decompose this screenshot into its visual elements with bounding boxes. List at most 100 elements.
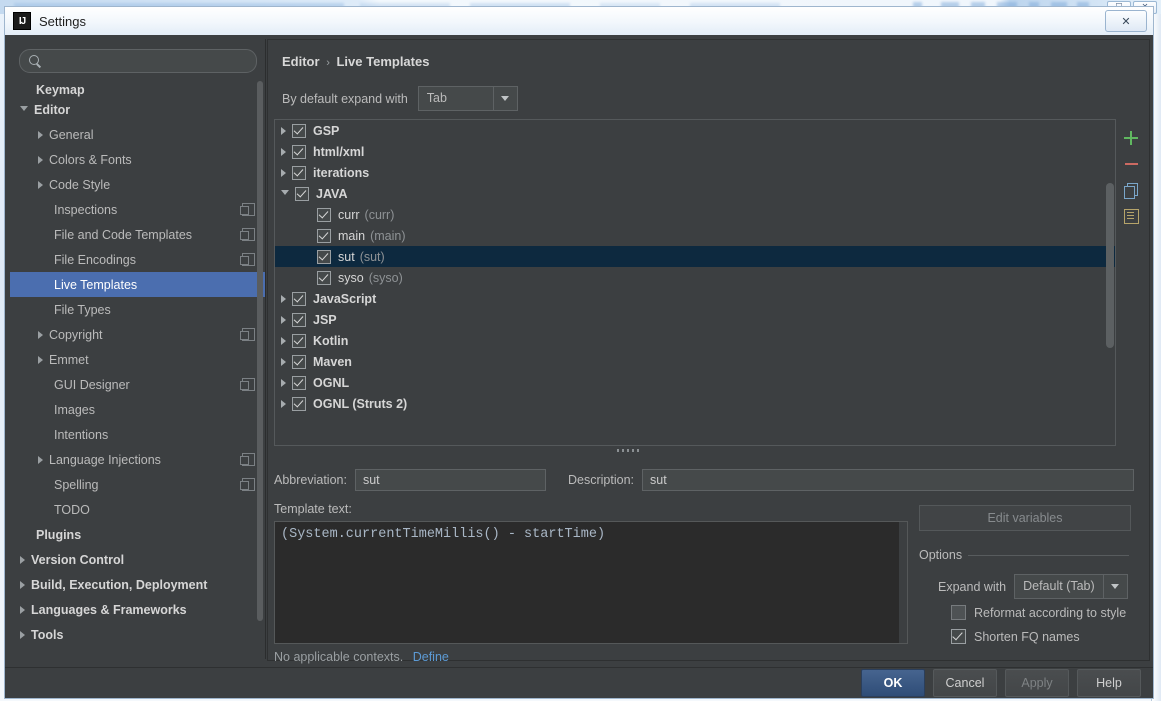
expand-arrow-icon[interactable] [281,357,286,366]
duplicate-icon[interactable] [1120,179,1142,201]
template-checkbox[interactable] [292,396,306,411]
cancel-button[interactable]: Cancel [933,669,997,697]
shorten-checkbox-row[interactable]: Shorten FQ names [951,629,1080,644]
expand-arrow-icon[interactable] [281,147,286,156]
sidebar-item-inspections[interactable]: Inspections [10,197,265,222]
sidebar-item-version-control[interactable]: Version Control [10,547,265,572]
template-row-html-xml[interactable]: html/xml [275,141,1115,162]
expand-arrow-icon[interactable] [281,168,286,177]
collapse-arrow-icon[interactable] [20,106,28,115]
expand-arrow-icon[interactable] [38,355,43,364]
sidebar-item-languages-frameworks[interactable]: Languages & Frameworks [10,597,265,622]
template-row-curr[interactable]: curr (curr) [275,204,1115,225]
sidebar-item-todo[interactable]: TODO [10,497,265,522]
template-checkbox[interactable] [317,249,331,264]
chevron-down-icon[interactable] [492,87,517,110]
breadcrumb-root[interactable]: Editor [282,54,320,69]
template-text-scrollbar[interactable] [899,522,907,643]
template-checkbox[interactable] [292,144,306,159]
search-input[interactable] [48,53,256,69]
template-row-sut[interactable]: sut (sut) [275,246,1115,267]
sidebar-item-keymap[interactable]: Keymap [10,79,265,97]
sidebar-item-tools[interactable]: Tools [10,622,265,647]
reformat-checkbox-row[interactable]: Reformat according to style [951,605,1126,620]
template-checkbox[interactable] [292,333,306,348]
expand-arrow-icon[interactable] [38,330,43,339]
expand-arrow-icon[interactable] [38,130,43,139]
close-icon[interactable] [1105,10,1147,32]
template-row-gsp[interactable]: GSP [275,120,1115,141]
expand-arrow-icon[interactable] [20,605,25,614]
template-checkbox[interactable] [317,207,331,222]
sidebar-item-code-style[interactable]: Code Style [10,172,265,197]
sidebar-item-live-templates[interactable]: Live Templates [10,272,265,297]
sidebar-item-language-injections[interactable]: Language Injections [10,447,265,472]
template-checkbox[interactable] [295,186,309,201]
template-checkbox[interactable] [317,228,331,243]
template-checkbox[interactable] [292,375,306,390]
sidebar-item-images[interactable]: Images [10,397,265,422]
sidebar-item-intentions[interactable]: Intentions [10,422,265,447]
chevron-down-icon[interactable] [1102,575,1127,598]
define-context-link[interactable]: Define [413,650,449,664]
expand-arrow-icon[interactable] [281,315,286,324]
expand-arrow-icon[interactable] [281,294,286,303]
template-checkbox[interactable] [292,165,306,180]
template-text-editor[interactable]: (System.currentTimeMillis() - startTime) [274,521,908,644]
template-row-main[interactable]: main (main) [275,225,1115,246]
sidebar-item-emmet[interactable]: Emmet [10,347,265,372]
expand-arrow-icon[interactable] [38,180,43,189]
sidebar-search[interactable] [19,49,257,73]
sidebar-item-file-types[interactable]: File Types [10,297,265,322]
expand-arrow-icon[interactable] [20,630,25,639]
expand-arrow-icon[interactable] [281,336,286,345]
template-row-ognl[interactable]: OGNL [275,372,1115,393]
sidebar-item-general[interactable]: General [10,122,265,147]
template-row-iterations[interactable]: iterations [275,162,1115,183]
sidebar-item-copyright[interactable]: Copyright [10,322,265,347]
template-tree-scrollbar-thumb[interactable] [1106,183,1114,348]
template-row-javascript[interactable]: JavaScript [275,288,1115,309]
expand-arrow-icon[interactable] [38,455,43,464]
collapse-arrow-icon[interactable] [281,190,289,199]
expand-arrow-icon[interactable] [20,580,25,589]
expand-arrow-icon[interactable] [281,399,286,408]
description-input[interactable] [642,469,1134,491]
ok-button[interactable]: OK [861,669,925,697]
default-expand-dropdown[interactable]: Tab [417,86,518,111]
panel-splitter-handle[interactable] [598,446,658,454]
shorten-checkbox[interactable] [951,629,966,644]
template-tree-scrollbar[interactable] [1106,121,1114,444]
expand-arrow-icon[interactable] [38,155,43,164]
template-checkbox[interactable] [292,123,306,138]
sidebar-item-editor[interactable]: Editor [10,97,265,122]
template-row-syso[interactable]: syso (syso) [275,267,1115,288]
sidebar-scrollbar-thumb[interactable] [257,81,263,621]
edit-variables-button[interactable]: Edit variables [919,505,1131,531]
template-checkbox[interactable] [292,312,306,327]
template-checkbox[interactable] [292,291,306,306]
template-row-java[interactable]: JAVA [275,183,1115,204]
sidebar-item-gui-designer[interactable]: GUI Designer [10,372,265,397]
template-row-ognl-struts-2[interactable]: OGNL (Struts 2) [275,393,1115,414]
reformat-checkbox[interactable] [951,605,966,620]
expand-arrow-icon[interactable] [281,126,286,135]
add-icon[interactable] [1120,127,1142,149]
template-row-maven[interactable]: Maven [275,351,1115,372]
sidebar-item-spelling[interactable]: Spelling [10,472,265,497]
abbreviation-input[interactable] [354,469,547,491]
help-button[interactable]: Help [1077,669,1141,697]
options-expand-dropdown[interactable]: Default (Tab) [1014,574,1128,599]
expand-arrow-icon[interactable] [20,555,25,564]
template-checkbox[interactable] [292,354,306,369]
template-row-kotlin[interactable]: Kotlin [275,330,1115,351]
sidebar-item-colors-fonts[interactable]: Colors & Fonts [10,147,265,172]
template-row-jsp[interactable]: JSP [275,309,1115,330]
template-group-icon[interactable] [1120,205,1142,227]
sidebar-item-plugins[interactable]: Plugins [10,522,265,547]
remove-icon[interactable] [1120,153,1142,175]
sidebar-item-file-encodings[interactable]: File Encodings [10,247,265,272]
sidebar-item-file-and-code-templates[interactable]: File and Code Templates [10,222,265,247]
template-checkbox[interactable] [317,270,331,285]
sidebar-item-build-execution-deployment[interactable]: Build, Execution, Deployment [10,572,265,597]
